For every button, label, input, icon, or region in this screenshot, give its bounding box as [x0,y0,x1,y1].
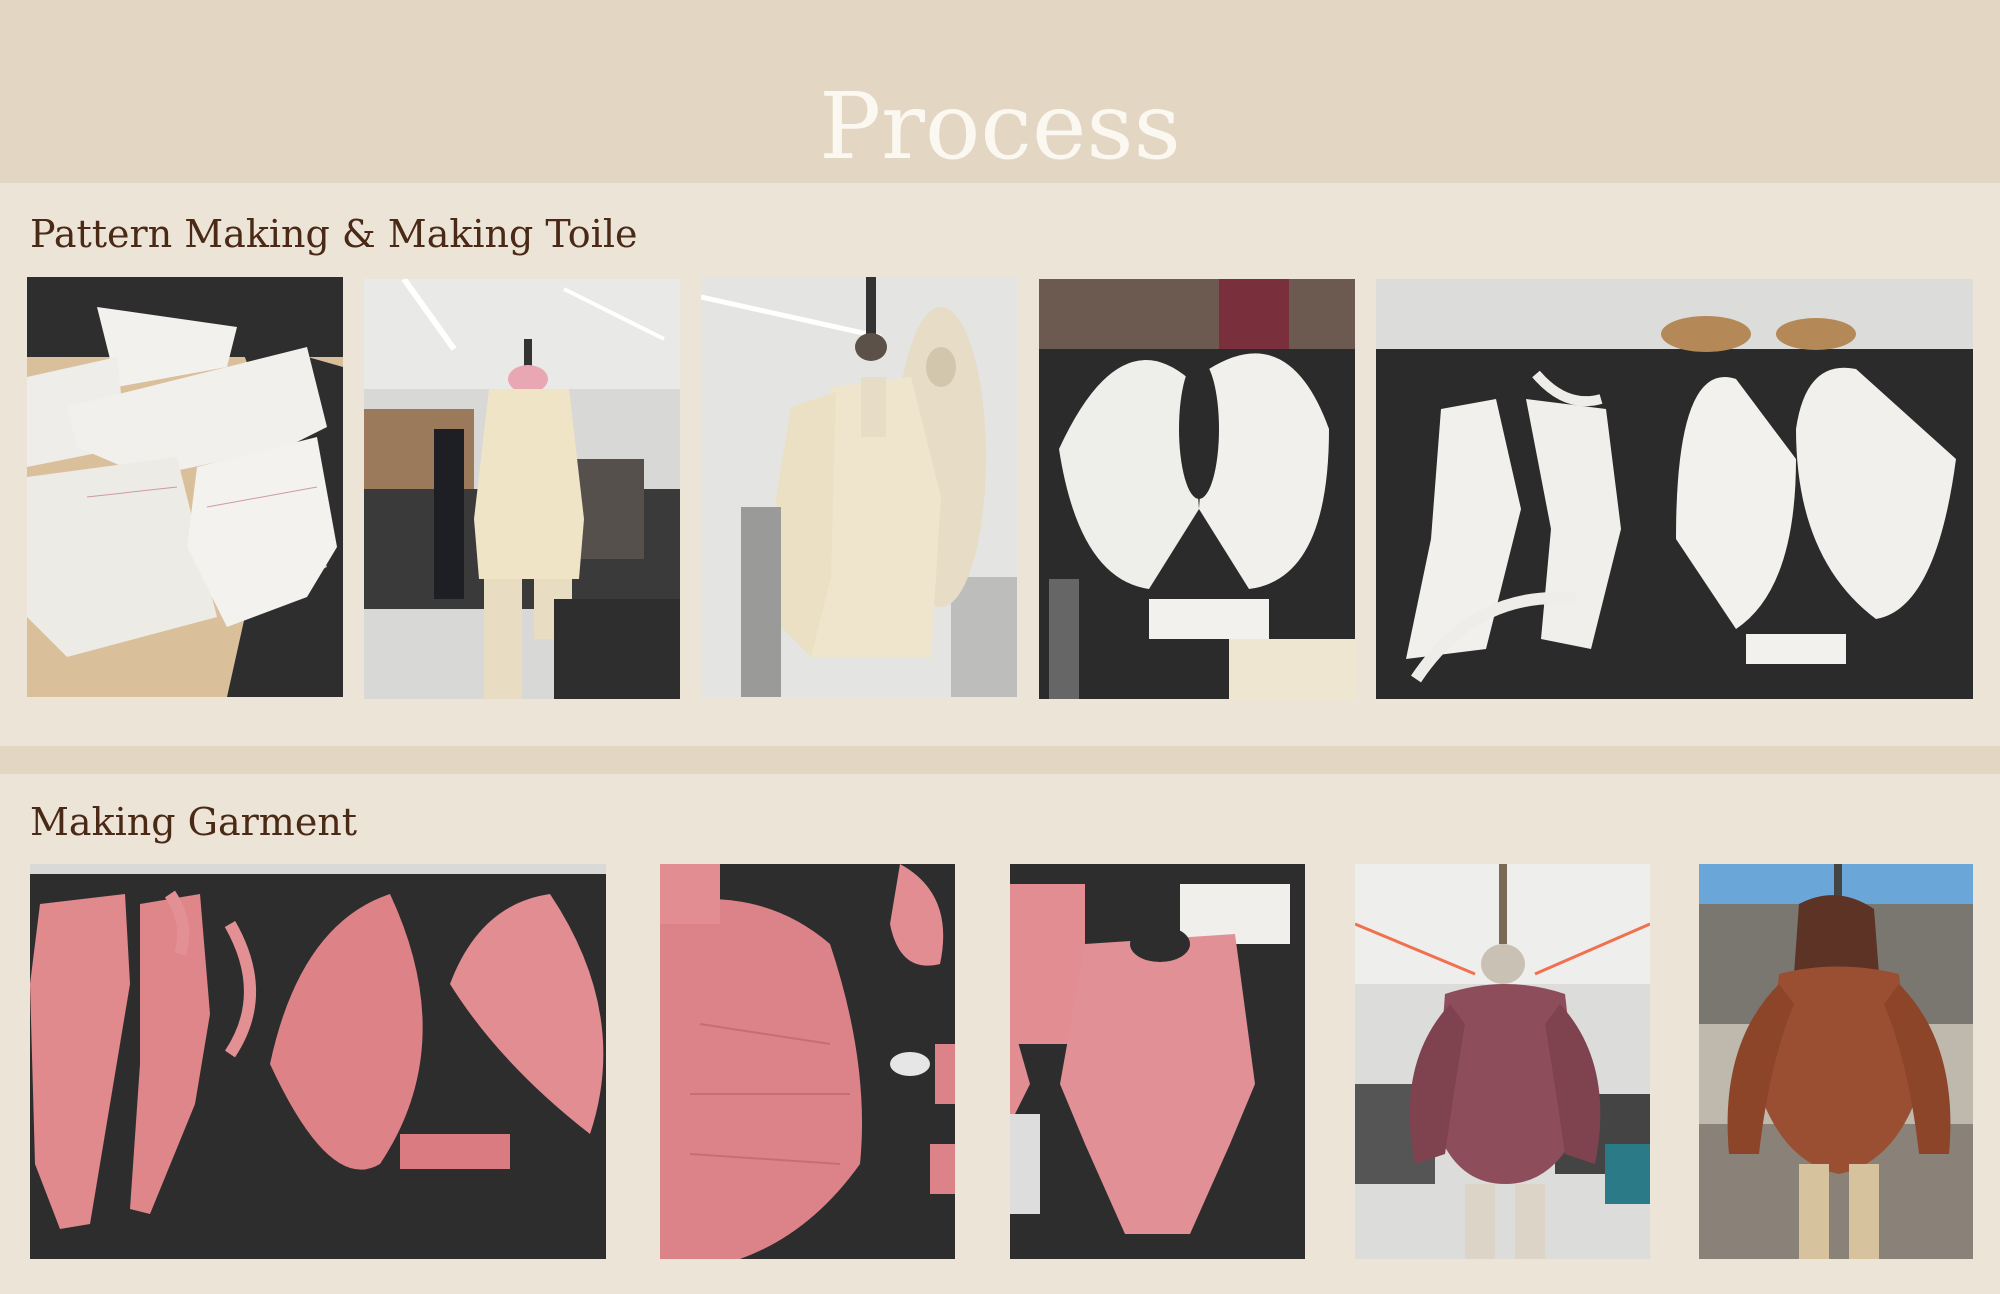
photo-pink-fabric-pieces [30,864,606,1259]
section-heading-pattern-making: Pattern Making & Making Toile [30,212,638,256]
photo-muslin-toile-sleeve [701,277,1017,697]
photo-radial-sleeve-pattern [1039,279,1355,699]
photo-mauve-bodysuit-dress-form [1355,864,1650,1259]
photo-paper-patterns-on-table [27,277,343,697]
photo-bodice-sleeve-patterns [1376,279,1973,699]
photo-rust-hooded-bodysuit [1699,864,1973,1259]
divider-band [0,746,2000,774]
section-heading-making-garment: Making Garment [30,800,358,844]
photo-assembled-pink-bodysuit [1010,864,1305,1259]
photo-gathered-pink-sleeve [660,864,955,1259]
page-title: Process [819,73,1181,180]
photo-muslin-toile-dress-form [364,279,680,699]
